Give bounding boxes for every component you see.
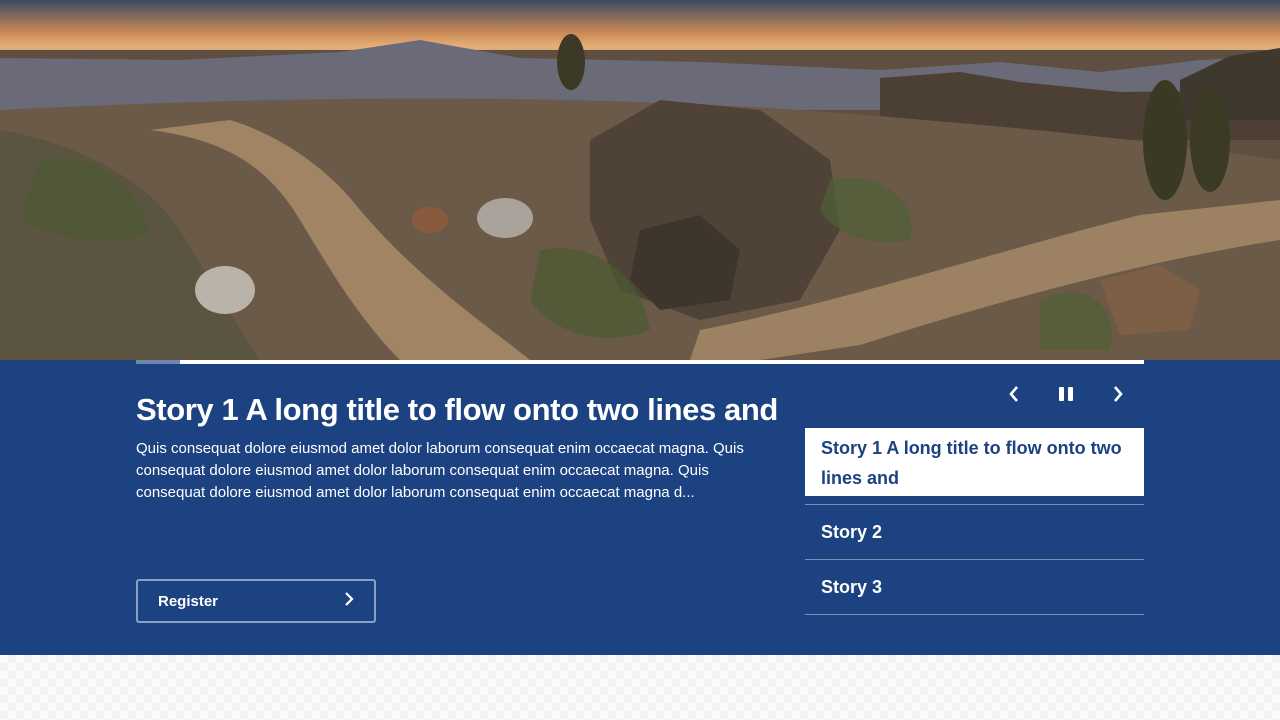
story-list: Story 1 A long title to flow onto two li… bbox=[805, 428, 1144, 615]
previous-slide-button[interactable] bbox=[996, 380, 1032, 412]
slide-progress-bar bbox=[136, 360, 1144, 364]
page-background bbox=[0, 655, 1280, 720]
chevron-right-icon bbox=[1112, 385, 1124, 408]
story-list-item-1[interactable]: Story 1 A long title to flow onto two li… bbox=[805, 428, 1144, 496]
carousel-controls bbox=[996, 380, 1144, 412]
story-list-divider bbox=[805, 496, 1144, 505]
story-list-item-3[interactable]: Story 3 bbox=[805, 560, 1144, 615]
pause-button[interactable] bbox=[1048, 380, 1084, 412]
hero-image bbox=[0, 0, 1280, 360]
chevron-left-icon bbox=[1008, 385, 1020, 408]
chevron-right-icon bbox=[344, 591, 354, 611]
register-button[interactable]: Register bbox=[136, 579, 376, 623]
slide-progress-fill bbox=[136, 360, 181, 364]
pause-icon bbox=[1058, 386, 1074, 407]
register-button-label: Register bbox=[158, 592, 219, 610]
story-list-item-2[interactable]: Story 2 bbox=[805, 505, 1144, 560]
next-slide-button[interactable] bbox=[1100, 380, 1136, 412]
story-title: Story 1 A long title to flow onto two li… bbox=[136, 392, 778, 427]
story-description: Quis consequat dolore eiusmod amet dolor… bbox=[136, 440, 744, 501]
